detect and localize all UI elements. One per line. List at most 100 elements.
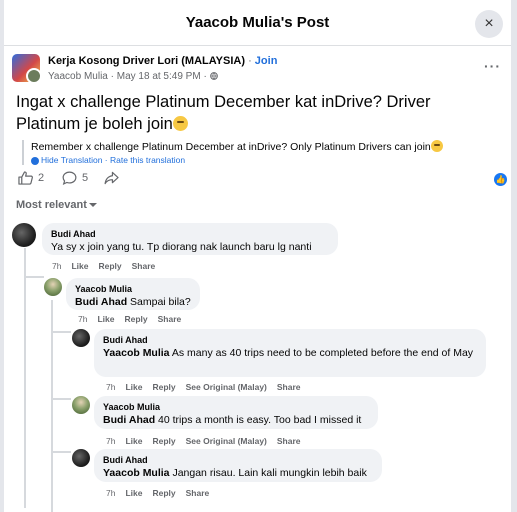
comment-text: Budi Ahad Sampai bila? <box>75 295 191 310</box>
mention-tag[interactable]: Budi Ahad <box>75 296 127 308</box>
face-emoji-icon <box>430 140 443 152</box>
group-name-link[interactable]: Kerja Kosong Driver Lori (MALAYSIA) <box>48 55 245 67</box>
comment-time[interactable]: 7h <box>106 488 115 498</box>
like-action[interactable]: 2 <box>18 171 44 185</box>
reply-button[interactable]: Reply <box>152 436 175 446</box>
like-button[interactable]: Like <box>125 382 142 392</box>
face-emoji-icon <box>172 116 188 131</box>
comment-bubble: Budi Ahad Ya sy x join yang tu. Tp diora… <box>42 223 338 255</box>
translation-links: Hide Translation · Rate this translation <box>31 155 492 165</box>
comment-text: Yaacob Mulia As many as 40 trips need to… <box>103 346 477 361</box>
avatar[interactable] <box>72 449 90 467</box>
translation-block: Remember x challenge Platinum December a… <box>22 140 492 165</box>
avatar[interactable] <box>72 329 90 347</box>
comment-bubble: Yaacob Mulia Budi Ahad Sampai bila? <box>66 278 200 310</box>
thread-line <box>24 248 26 508</box>
post-header: Kerja Kosong Driver Lori (MALAYSIA) · Jo… <box>12 54 507 86</box>
comment-author[interactable]: Yaacob Mulia <box>75 283 191 295</box>
comment-bubble: Budi Ahad Yaacob Mulia Jangan risau. Lai… <box>94 449 382 482</box>
comment-author[interactable]: Budi Ahad <box>103 334 477 346</box>
group-line: Kerja Kosong Driver Lori (MALAYSIA) · Jo… <box>48 55 277 67</box>
comment-bubble: Yaacob Mulia Budi Ahad 40 trips a month … <box>94 396 378 429</box>
avatar[interactable] <box>72 396 90 414</box>
comment-bubble: Budi Ahad Yaacob Mulia As many as 40 tri… <box>94 329 486 377</box>
translation-text: Remember x challenge Platinum December a… <box>31 140 492 154</box>
share-button[interactable]: Share <box>277 436 301 446</box>
comment-actions: 7h Like Reply See Original (Malay) Share <box>106 436 311 446</box>
comment-action[interactable]: 5 <box>62 171 88 185</box>
sort-label: Most relevant <box>16 199 87 211</box>
modal-title: Yaacob Mulia's Post <box>185 14 330 31</box>
sort-dropdown[interactable]: Most relevant <box>16 199 97 211</box>
comment-icon <box>62 171 77 185</box>
share-action[interactable] <box>104 171 119 185</box>
reply-button[interactable]: Reply <box>152 382 175 392</box>
comment-author[interactable]: Yaacob Mulia <box>103 401 369 413</box>
comment: Yaacob Mulia Budi Ahad Sampai bila? 7h Li… <box>44 278 504 326</box>
comment-time[interactable]: 7h <box>78 314 87 324</box>
comment-count: 5 <box>82 172 89 184</box>
comment-text: Budi Ahad 40 trips a month is easy. Too … <box>103 413 369 428</box>
mention-tag[interactable]: Budi Ahad <box>103 414 155 426</box>
mention-tag[interactable]: Yaacob Mulia <box>103 347 170 359</box>
like-reaction-icon[interactable]: 👍 <box>494 173 507 186</box>
comment-author[interactable]: Budi Ahad <box>51 228 329 240</box>
comment-time[interactable]: 7h <box>52 261 61 271</box>
close-icon: × <box>484 15 494 32</box>
comment-text-content: Jangan risau. Lain kali mungkin lebih ba… <box>169 467 367 479</box>
like-button[interactable]: Like <box>125 488 142 498</box>
caret-down-icon <box>88 203 97 207</box>
more-options-button[interactable]: ··· <box>484 58 501 74</box>
comment-text: Ya sy x join yang tu. Tp diorang nak lau… <box>51 241 312 253</box>
thread-line <box>51 398 71 400</box>
post-text: Ingat x challenge Platinum December kat … <box>16 91 496 135</box>
separator: · <box>245 55 255 67</box>
thread-line <box>51 331 71 333</box>
post-time[interactable]: · May 18 at 5:49 PM · <box>108 71 210 82</box>
reply-button[interactable]: Reply <box>124 314 147 324</box>
rate-translation-link[interactable]: Rate this translation <box>110 155 185 165</box>
hide-translation-link[interactable]: Hide Translation <box>41 155 102 165</box>
avatar[interactable] <box>12 223 36 247</box>
comment: Budi Ahad Yaacob Mulia Jangan risau. Lai… <box>72 449 502 499</box>
see-original-button[interactable]: See Original (Malay) <box>186 382 267 392</box>
avatar[interactable] <box>44 278 62 296</box>
comment-text: Yaacob Mulia Jangan risau. Lain kali mun… <box>103 466 373 481</box>
see-original-button[interactable]: See Original (Malay) <box>186 436 267 446</box>
comment-actions: 7h Like Reply Share <box>78 314 191 324</box>
settings-icon <box>31 156 39 165</box>
author-link[interactable]: Yaacob Mulia <box>48 71 108 82</box>
share-button[interactable]: Share <box>132 261 156 271</box>
reply-button[interactable]: Reply <box>152 488 175 498</box>
comment: Yaacob Mulia Budi Ahad 40 trips a month … <box>72 396 502 446</box>
author-avatar[interactable] <box>26 68 42 84</box>
comment-actions: 7h Like Reply See Original (Malay) Share <box>106 382 311 392</box>
comment-time[interactable]: 7h <box>106 436 115 446</box>
share-icon <box>104 171 119 185</box>
link-separator: · <box>102 155 110 165</box>
share-button[interactable]: Share <box>277 382 301 392</box>
modal-header: Yaacob Mulia's Post × <box>4 0 511 46</box>
like-count: 2 <box>38 172 45 184</box>
close-button[interactable]: × <box>475 10 503 38</box>
thread-line <box>51 451 71 453</box>
share-button[interactable]: Share <box>186 488 210 498</box>
comment-time[interactable]: 7h <box>106 382 115 392</box>
comment-text-content: As many as 40 trips need to be completed… <box>169 347 474 359</box>
join-link[interactable]: Join <box>255 55 278 67</box>
share-button[interactable]: Share <box>158 314 182 324</box>
like-button[interactable]: Like <box>97 314 114 324</box>
mention-tag[interactable]: Yaacob Mulia <box>103 467 170 479</box>
comment-text-content: 40 trips a month is easy. Too bad I miss… <box>155 414 362 426</box>
post-meta: Yaacob Mulia · May 18 at 5:49 PM · <box>48 71 218 82</box>
comment-actions: 7h Like Reply Share <box>106 488 219 498</box>
like-button[interactable]: Like <box>71 261 88 271</box>
post-text-content: Ingat x challenge Platinum December kat … <box>16 93 431 133</box>
comment-author[interactable]: Budi Ahad <box>103 454 373 466</box>
reply-button[interactable]: Reply <box>98 261 121 271</box>
translation-content: Remember x challenge Platinum December a… <box>31 141 431 153</box>
like-button[interactable]: Like <box>125 436 142 446</box>
comment-text-content: Sampai bila? <box>127 296 191 308</box>
post-modal: Yaacob Mulia's Post × Kerja Kosong Drive… <box>4 0 511 512</box>
post-actions: 2 5 👍 <box>16 171 511 189</box>
